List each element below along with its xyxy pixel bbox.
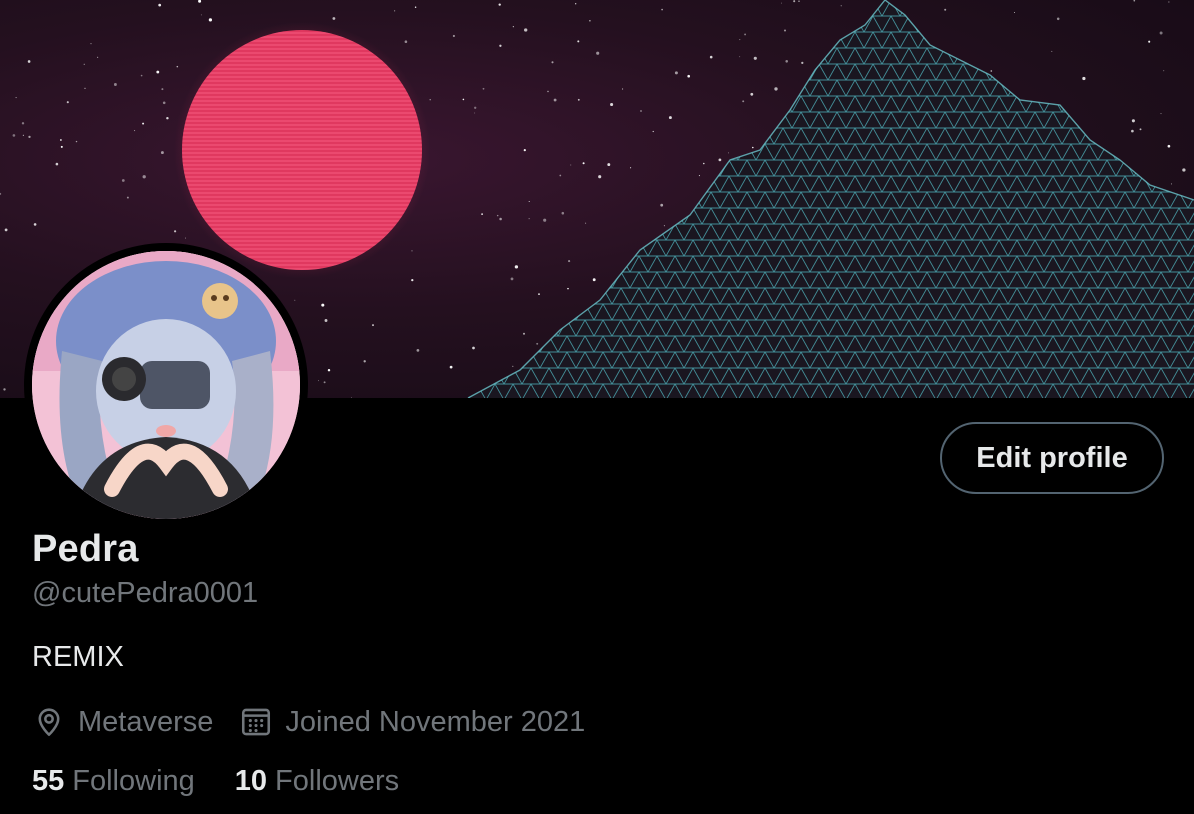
- followers-count: 10: [234, 765, 268, 797]
- joined-date-text: Joined November 2021: [285, 705, 586, 738]
- location-item: Metaverse: [32, 705, 213, 739]
- profile-display-name: Pedra: [32, 528, 139, 570]
- profile-handle: @cutePedra0001: [32, 577, 259, 609]
- followers-label: Followers: [275, 765, 400, 797]
- profile-stats-row: 55 Following 10 Followers: [32, 765, 439, 798]
- location-text: Metaverse: [78, 705, 214, 738]
- edit-profile-button[interactable]: Edit profile: [940, 422, 1164, 494]
- following-link[interactable]: 55 Following: [32, 765, 195, 798]
- profile-avatar[interactable]: [24, 243, 308, 527]
- joined-item: Joined November 2021: [239, 705, 585, 739]
- profile-meta-row: Metaverse Joined November 2021: [32, 702, 611, 742]
- followers-link[interactable]: 10 Followers: [235, 765, 399, 798]
- calendar-icon: [239, 705, 273, 739]
- avatar-image: [32, 251, 300, 519]
- following-label: Following: [72, 765, 195, 797]
- profile-bio: REMIX: [32, 641, 124, 673]
- location-pin-icon: [32, 705, 66, 739]
- following-count: 55: [32, 765, 65, 797]
